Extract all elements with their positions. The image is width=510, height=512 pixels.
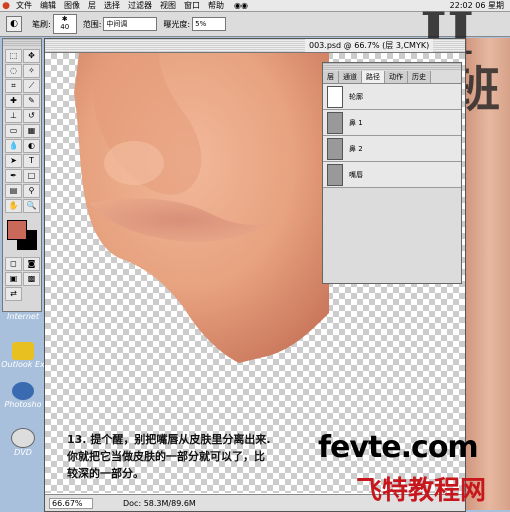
menu-help[interactable]: 帮助 <box>204 0 228 11</box>
path-row[interactable]: 鼻 2 <box>323 136 461 162</box>
move-tool-icon[interactable]: ✥ <box>23 49 40 63</box>
desktop-icon-label: Photosho <box>4 400 42 409</box>
dodge-tool-icon-box[interactable]: ◐ <box>23 139 40 153</box>
watermark-brand: 飞特教程网 <box>356 476 487 506</box>
document-titlebar[interactable]: 003.psd @ 66.7% (层 3,CMYK) <box>45 39 465 53</box>
standard-mode-icon[interactable]: ◻ <box>5 257 22 271</box>
healing-tool-icon[interactable]: ✚ <box>5 94 22 108</box>
path-thumbnail <box>327 137 343 160</box>
desktop-icon-outlook[interactable]: Outlook Ex <box>0 342 46 369</box>
exposure-field[interactable]: 5% <box>192 17 227 31</box>
menu-window[interactable]: 窗口 <box>180 0 204 11</box>
stamp-tool-icon[interactable]: ⊥ <box>5 109 22 123</box>
magic-wand-tool-icon[interactable]: ✧ <box>23 64 40 78</box>
gradient-tool-icon[interactable]: ▦ <box>23 124 40 138</box>
dvd-icon <box>11 428 35 448</box>
watermark-site: fevte.com <box>318 430 479 465</box>
screen-mode-icon[interactable]: ▣ <box>5 272 22 286</box>
desktop-icon-dvd[interactable]: DVD <box>0 428 46 457</box>
menu-select[interactable]: 选择 <box>100 0 124 11</box>
eyedropper-tool-icon[interactable]: ⚲ <box>23 184 40 198</box>
menu-view[interactable]: 视图 <box>156 0 180 11</box>
photoshop-icon <box>12 382 34 400</box>
brush-tool-icon[interactable]: ✎ <box>23 94 40 108</box>
zoom-field[interactable]: 66.67% <box>49 497 93 509</box>
slice-tool-icon[interactable]: ⟋ <box>23 79 40 93</box>
marquee-tool-icon[interactable]: ⬚ <box>5 49 22 63</box>
path-row[interactable]: 轮廓 <box>323 84 461 110</box>
path-name: 嘴唇 <box>349 170 363 179</box>
tab-channels[interactable]: 通道 <box>339 71 362 83</box>
panel-tabs: 层 通道 路径 动作 历史 <box>323 71 461 84</box>
path-thumbnail <box>327 111 343 134</box>
path-row[interactable]: 鼻 1 <box>323 110 461 136</box>
menu-image[interactable]: 图像 <box>60 0 84 11</box>
desktop-icon-photoshop[interactable]: Photosho <box>0 382 46 409</box>
menu-file[interactable]: 文件 <box>12 0 36 11</box>
color-swatches <box>5 218 39 252</box>
hand-tool-icon[interactable]: ✋ <box>5 199 22 213</box>
eraser-tool-icon[interactable]: ▭ <box>5 124 22 138</box>
brush-picker[interactable]: ✱ 40 <box>52 14 77 34</box>
range-label: 范围: <box>82 19 102 29</box>
path-selection-tool-icon[interactable]: ➤ <box>5 154 22 168</box>
fullscreen-mode-icon[interactable]: ▩ <box>23 272 40 286</box>
tab-actions[interactable]: 动作 <box>385 71 408 83</box>
tab-paths[interactable]: 路径 <box>362 71 385 83</box>
brush-size: 40 <box>60 23 70 31</box>
jump-to-imageready-icon[interactable]: ⇄ <box>5 287 22 301</box>
pen-tool-icon[interactable]: ✒ <box>5 169 22 183</box>
paths-panel-titlebar[interactable] <box>323 63 461 71</box>
caption-line-1: 13. 提个醒，别把嘴唇从皮肤里分离出来. <box>67 433 271 446</box>
menu-filter[interactable]: 过滤器 <box>124 0 156 11</box>
history-brush-tool-icon[interactable]: ↺ <box>23 109 40 123</box>
outlook-icon <box>12 342 34 360</box>
face-skin-artwork <box>59 53 329 363</box>
shape-tool-icon[interactable]: □ <box>23 169 40 183</box>
toolbox-titlebar[interactable] <box>3 39 41 47</box>
path-name: 鼻 2 <box>349 144 363 153</box>
foreground-color-swatch[interactable] <box>7 220 27 240</box>
menu-edit[interactable]: 编辑 <box>36 0 60 11</box>
doc-size-info[interactable]: Doc: 58.3M/89.6M <box>123 499 196 508</box>
toolbox: ⬚ ✥ ◌ ✧ ⌗ ⟋ ✚ ✎ ⊥ ↺ ▭ ▦ 💧 ◐ ➤ T ✒ □ ▤ ⚲ … <box>2 38 42 312</box>
caption-line-3: 较深的一部分。 <box>67 467 144 480</box>
crop-tool-icon[interactable]: ⌗ <box>5 79 22 93</box>
notes-tool-icon[interactable]: ▤ <box>5 184 22 198</box>
path-name: 鼻 1 <box>349 118 363 127</box>
type-tool-icon[interactable]: T <box>23 154 40 168</box>
paths-panel: 层 通道 路径 动作 历史 轮廓 鼻 1 鼻 2 嘴唇 <box>322 62 462 284</box>
apple-menu-icon[interactable]: ● <box>0 1 12 11</box>
tutorial-caption: 13. 提个醒，别把嘴唇从皮肤里分离出来. 你就把它当做皮肤的一部分就可以了，比… <box>67 431 307 482</box>
desktop-icon-label: Outlook Ex <box>1 360 45 369</box>
dodge-tool-icon[interactable]: ◐ <box>6 16 22 32</box>
blur-tool-icon[interactable]: 💧 <box>5 139 22 153</box>
zoom-tool-icon[interactable]: 🔍 <box>23 199 40 213</box>
desktop-icon-internet[interactable]: Internet <box>0 312 46 321</box>
tab-layers[interactable]: 层 <box>323 71 339 83</box>
menu-layer[interactable]: 层 <box>84 0 100 11</box>
path-row[interactable]: 嘴唇 <box>323 162 461 188</box>
lasso-tool-icon[interactable]: ◌ <box>5 64 22 78</box>
desktop-icon-label: DVD <box>14 448 32 457</box>
document-title: 003.psd @ 66.7% (层 3,CMYK) <box>305 39 434 52</box>
desktop-icon-label: Internet <box>7 312 39 321</box>
brush-label: 笔刷: <box>32 19 51 29</box>
caption-line-2: 你就把它当做皮肤的一部分就可以了，比 <box>67 450 265 463</box>
exposure-label: 曝光度: <box>163 19 191 29</box>
tab-history[interactable]: 历史 <box>408 71 431 83</box>
eyes-icon: ◉◉ <box>234 1 248 10</box>
path-thumbnail <box>327 85 343 108</box>
quickmask-mode-icon[interactable]: ◙ <box>23 257 40 271</box>
path-name: 轮廓 <box>349 92 363 101</box>
path-thumbnail <box>327 163 343 186</box>
range-select[interactable]: 中间调 <box>103 17 158 31</box>
